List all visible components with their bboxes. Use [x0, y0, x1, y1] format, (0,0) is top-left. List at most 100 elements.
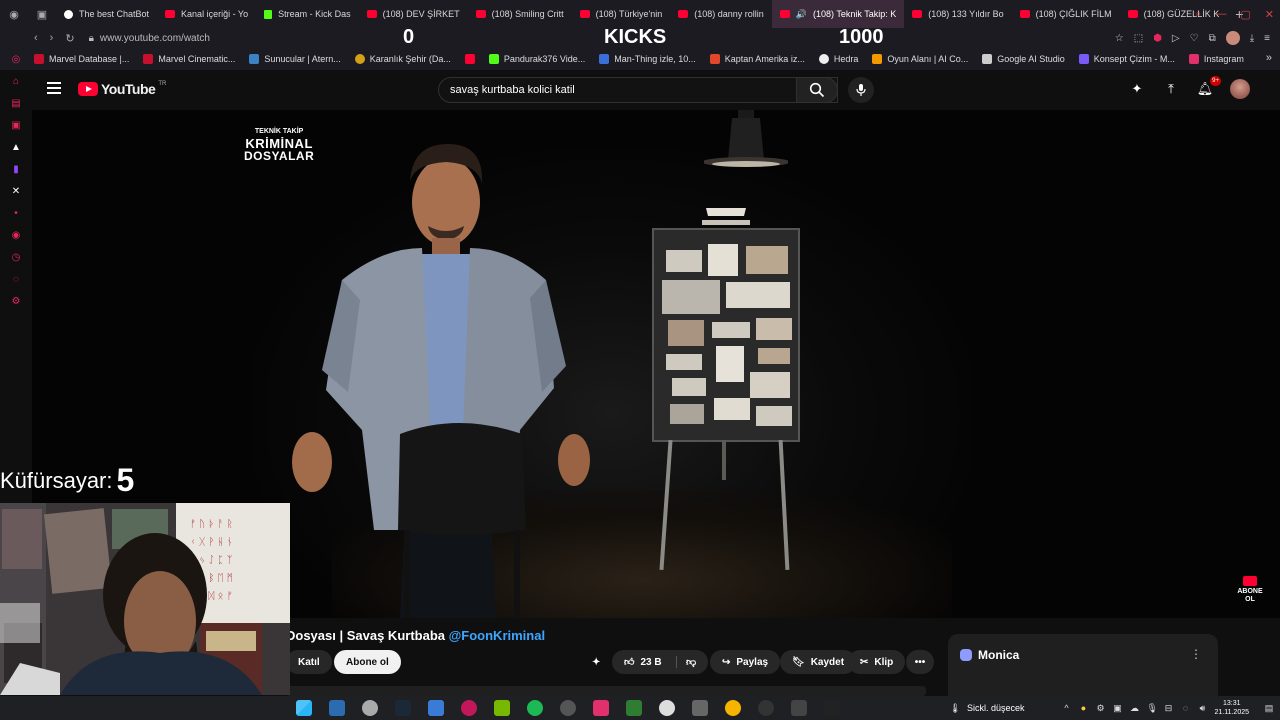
bookmark-3[interactable]: Karanlık Şehir (Da... [354, 54, 451, 64]
steam-icon[interactable] [395, 700, 411, 716]
bookmark-2[interactable]: Sunucular | Atern... [249, 54, 341, 64]
description-box[interactable] [286, 686, 926, 696]
download-icon[interactable]: ⤓ [1250, 33, 1254, 44]
sidebar-icon-11[interactable]: ◌ [10, 274, 22, 286]
sidebar-icon-1[interactable]: ◎ [10, 54, 22, 66]
wifi-icon[interactable]: ◌ [1180, 703, 1190, 713]
bookmark-9[interactable]: Oyun Alanı | AI Co... [872, 54, 968, 64]
url-field[interactable]: 🔒︎ www.youtube.com/watch [89, 33, 210, 44]
profile-avatar[interactable] [1225, 31, 1240, 45]
bookmark-6[interactable]: Man-Thing izle, 10... [599, 54, 696, 64]
youtube-logo[interactable]: YouTube TR [78, 81, 166, 97]
upload-icon[interactable]: ⤒ [1162, 80, 1180, 98]
taskbar-app-icon[interactable] [626, 700, 642, 716]
browser-menu-icon[interactable]: ◉ [0, 0, 28, 28]
tab-3[interactable]: (108) DEV ŞİRKET [359, 0, 468, 28]
bookmarks-overflow-icon[interactable]: » [1266, 52, 1272, 64]
instagram-icon[interactable] [593, 700, 609, 716]
bookmark-1[interactable]: Marvel Cinematic... [143, 54, 235, 64]
cloud-icon[interactable]: ☁ [1129, 703, 1139, 713]
chevron-up-icon[interactable]: ^ [1061, 703, 1071, 713]
join-button[interactable]: Katıl [286, 650, 332, 674]
clock[interactable]: 13:31 21.11.2025 [1214, 699, 1249, 717]
hamburger-menu-icon[interactable] [47, 82, 61, 94]
opera-gx-icon[interactable] [461, 700, 477, 716]
network-icon[interactable]: ⊟ [1163, 703, 1173, 713]
sidebar-icon-3[interactable]: ▤ [10, 98, 22, 110]
ask-ai-button[interactable]: ✦ [586, 650, 606, 674]
taskbar-app-icon[interactable] [428, 700, 444, 716]
settings-icon[interactable]: ⚙ [10, 296, 22, 308]
taskbar-app-icon[interactable] [692, 700, 708, 716]
tab-6[interactable]: (108) danny rollin [670, 0, 772, 28]
tray-app-icon[interactable]: ● [1078, 703, 1088, 713]
tab-8[interactable]: (108) 133 Yıldır Bo [904, 0, 1011, 28]
close-icon[interactable]: ✕ [1265, 8, 1274, 21]
taskbar-app-icon[interactable] [362, 700, 378, 716]
subscribe-watermark-button[interactable]: ABONE OL [1236, 576, 1264, 604]
like-button[interactable]: 👍︎ 23 B 👎︎ [612, 650, 708, 674]
bookmark-8[interactable]: Hedra [818, 54, 858, 64]
clip-button[interactable]: ✂ Klip [848, 650, 906, 674]
forward-icon[interactable]: › [50, 32, 54, 45]
tab-2[interactable]: Stream - Kick Das [256, 0, 359, 28]
notifications-bell-icon[interactable]: 🔔︎ 9+ [1196, 76, 1221, 98]
extension-puzzle-icon[interactable]: ✦ [1128, 80, 1146, 98]
x-icon[interactable]: ✕ [10, 186, 22, 198]
extensions-icon[interactable]: ⧉ [1209, 33, 1216, 44]
heart-icon[interactable]: ♡ [1190, 33, 1199, 44]
bookmark-7[interactable]: Kaptan Amerika iz... [709, 54, 805, 64]
more-vertical-icon[interactable]: ⋮ [1190, 647, 1202, 661]
taskbar-app-icon[interactable] [758, 700, 774, 716]
reload-icon[interactable]: ↻ [65, 32, 74, 45]
voice-search-button[interactable] [848, 77, 874, 103]
thumbs-down-icon[interactable]: 👎︎ [686, 656, 696, 668]
tab-5[interactable]: (108) Türkiye'nin [572, 0, 671, 28]
menu-icon[interactable]: ≡ [1264, 33, 1270, 44]
taskbar-app-icon[interactable] [659, 700, 675, 716]
windows-start-icon[interactable] [296, 700, 312, 716]
play-icon[interactable]: ▷ [1172, 33, 1180, 44]
channel-mention-link[interactable]: @FoonKriminal [449, 628, 545, 643]
sidebar-icon-9[interactable]: ◉ [10, 230, 22, 242]
taskbar-app-icon[interactable] [824, 700, 840, 716]
volume-icon[interactable]: 🔊︎ [1197, 703, 1207, 713]
tray-app-icon[interactable]: ▣ [1112, 703, 1122, 713]
sidebar-icon-4[interactable]: ▣ [10, 120, 22, 132]
twitch-icon[interactable]: ▮ [10, 164, 22, 176]
subscribe-button[interactable]: Abone ol [334, 650, 401, 674]
speaker-icon[interactable]: 🔊 [796, 9, 807, 20]
tab-0[interactable]: The best ChatBot [56, 0, 157, 28]
sidebar-icon-5[interactable]: ▲ [10, 142, 22, 154]
back-icon[interactable]: ‹ [34, 32, 38, 45]
bookmark-5[interactable]: Pandurak376 Vide... [488, 54, 585, 64]
weather-widget[interactable]: 🌡︎ Sickl. düşecek [950, 703, 1025, 714]
history-icon[interactable]: ◷ [10, 252, 22, 264]
nvidia-icon[interactable] [494, 700, 510, 716]
screenshot-icon[interactable]: ⬚ [1134, 33, 1143, 44]
bookmark-icon[interactable]: ☆ [1115, 33, 1124, 44]
microphone-icon[interactable]: 🎙︎ [1146, 703, 1157, 713]
tab-9[interactable]: (108) ÇIĞLIK FİLM [1012, 0, 1120, 28]
bookmark-0[interactable]: Marvel Database |... [34, 54, 129, 64]
tray-app-icon[interactable]: ⚙ [1095, 703, 1105, 713]
sidebar-icon-2[interactable]: ⌂ [10, 76, 22, 88]
account-avatar[interactable] [1230, 79, 1250, 99]
tab-7-active[interactable]: 🔊 (108) Teknik Takip: K [771, 0, 905, 28]
sidebar-icon-8[interactable]: • [10, 208, 22, 220]
taskbar-app-icon[interactable] [560, 700, 576, 716]
workspaces-icon[interactable]: ▣ [28, 0, 56, 28]
search-tabs-icon[interactable]: ⌕ [1195, 8, 1201, 21]
tab-1[interactable]: Kanal içeriği - Yo [157, 0, 256, 28]
more-actions-button[interactable]: ••• [906, 650, 934, 674]
shield-icon[interactable]: ⬢ [1153, 33, 1162, 44]
search-button[interactable] [796, 77, 838, 103]
maximize-icon[interactable]: ▢ [1240, 8, 1250, 21]
save-button[interactable]: 🔖︎ Kaydet [780, 650, 857, 674]
chrome-icon[interactable] [725, 700, 741, 716]
tab-4[interactable]: (108) Smiling Critt [468, 0, 572, 28]
notification-center-icon[interactable]: ▤ [1264, 703, 1274, 713]
bookmark-11[interactable]: Konsept Çizim - M... [1078, 54, 1175, 64]
bookmark-4[interactable] [464, 54, 475, 64]
minimize-icon[interactable]: — [1215, 8, 1226, 20]
